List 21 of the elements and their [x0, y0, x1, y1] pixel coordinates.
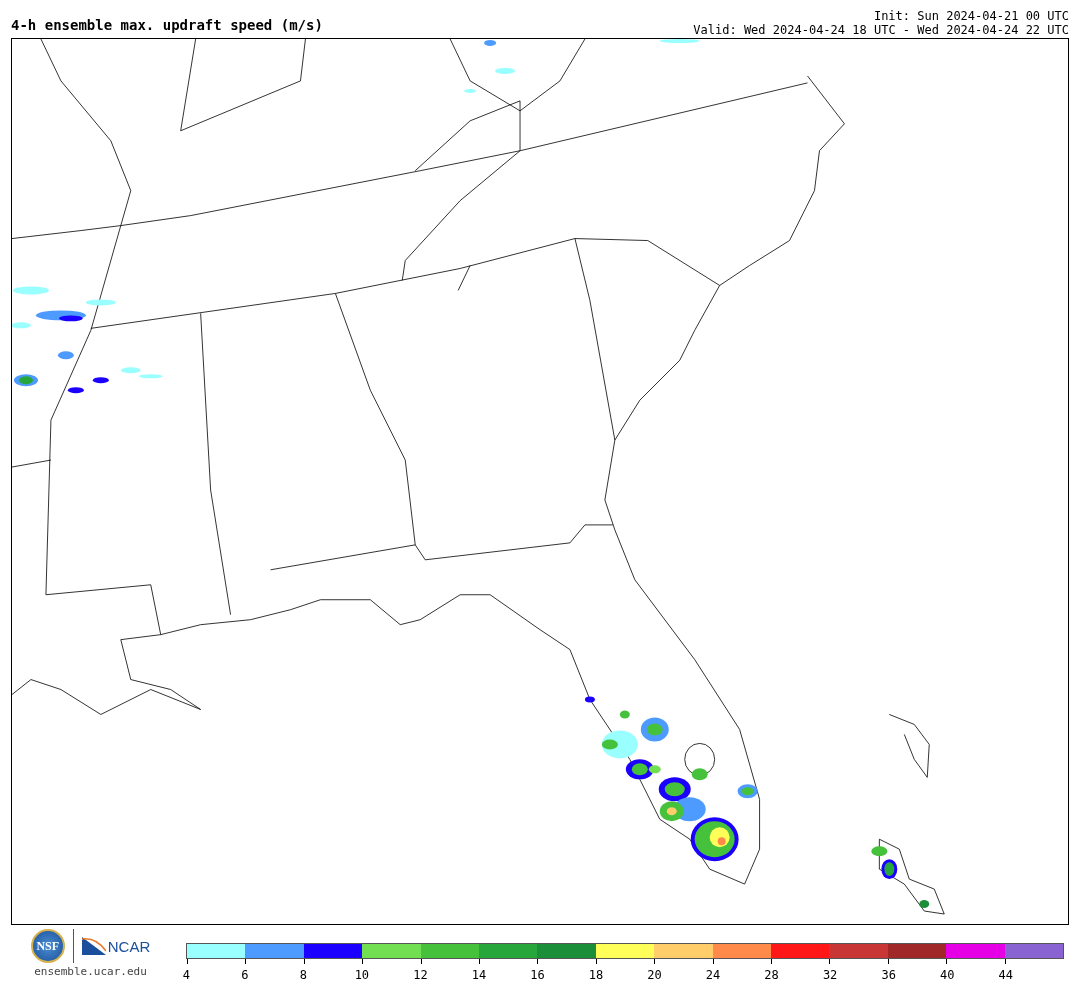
- colorbar-label: 8: [299, 968, 307, 982]
- chart-title: 4-h ensemble max. updraft speed (m/s): [11, 17, 323, 35]
- colorbar-label: 40: [939, 968, 955, 982]
- colorbar-label: 44: [998, 968, 1013, 982]
- site-url: ensemble.ucar.edu: [34, 965, 147, 978]
- colorbar-label: 10: [354, 968, 370, 982]
- ncar-logo: NCAR: [81, 937, 151, 955]
- colorbar-label: 6: [241, 968, 249, 982]
- colorbar-label: 24: [705, 968, 721, 982]
- valid-time: Valid: Wed 2024-04-24 18 UTC - Wed 2024-04-24 22 UTC: [693, 23, 1069, 37]
- colorbar-label: 20: [647, 968, 662, 982]
- colorbar-label: 14: [471, 968, 487, 982]
- init-time: Init: Sun 2024-04-21 00 UTC: [873, 9, 1069, 23]
- colorbar-label: 18: [588, 968, 604, 982]
- colorbar-label: 36: [881, 968, 896, 982]
- nsf-logo: NSF: [30, 929, 65, 963]
- colorbar-label: 4: [182, 968, 190, 982]
- colorbar-label: 28: [764, 968, 779, 982]
- colorbar-label: 16: [530, 968, 545, 982]
- colorbar-label: 12: [413, 968, 428, 982]
- colorbar-label: 32: [822, 968, 838, 982]
